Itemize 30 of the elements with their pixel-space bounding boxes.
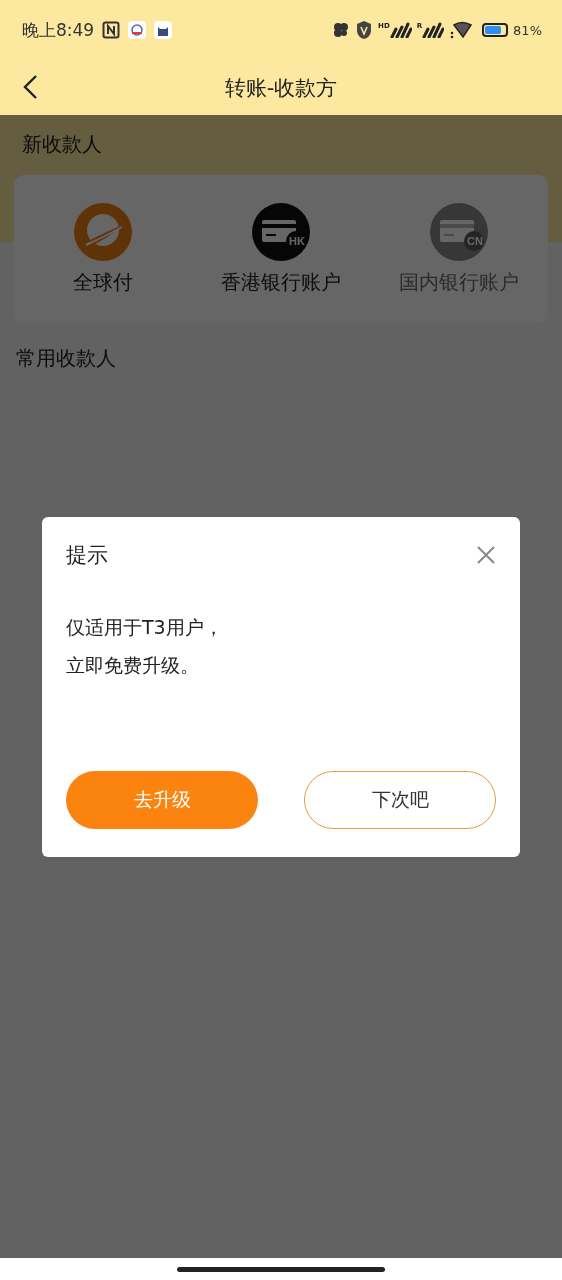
home-indicator[interactable] xyxy=(177,1266,385,1272)
battery-icon xyxy=(482,23,509,37)
page-title: 转账-收款方 xyxy=(224,74,338,102)
nfc-icon xyxy=(102,21,121,39)
back-icon[interactable] xyxy=(22,74,38,100)
bank-card-icon: HK xyxy=(252,202,310,261)
app-icon xyxy=(128,21,147,39)
section-title: 常用收款人 xyxy=(16,345,117,372)
payee-type-option[interactable]: 全球付 xyxy=(18,202,188,296)
dialog-message: 仅适用于T3用户， xyxy=(66,615,223,640)
section-title: 新收款人 xyxy=(22,132,102,156)
upgrade-button[interactable]: 去升级 xyxy=(66,771,258,829)
later-button[interactable]: 下次吧 xyxy=(304,771,496,829)
clover-icon xyxy=(332,21,351,39)
app-icon xyxy=(154,21,173,39)
option-label: 国内银行账户 xyxy=(399,268,519,296)
dialog-title: 提示 xyxy=(66,542,108,569)
close-icon[interactable] xyxy=(476,545,496,565)
option-label: 香港银行账户 xyxy=(221,268,341,296)
option-label: 全球付 xyxy=(73,268,133,296)
bank-card-icon: CN xyxy=(430,202,488,261)
globe-logo-icon xyxy=(74,202,132,261)
battery-percent: 81% xyxy=(513,22,542,38)
payee-type-option[interactable]: HK 香港银行账户 xyxy=(196,202,366,296)
signal-icon xyxy=(422,22,445,38)
shield-icon xyxy=(355,20,374,40)
dialog-message: 立即免费升级。 xyxy=(66,653,199,678)
signal-icon xyxy=(389,22,412,38)
status-time: 晚上8:49 xyxy=(22,18,95,42)
wifi-icon xyxy=(449,21,474,39)
